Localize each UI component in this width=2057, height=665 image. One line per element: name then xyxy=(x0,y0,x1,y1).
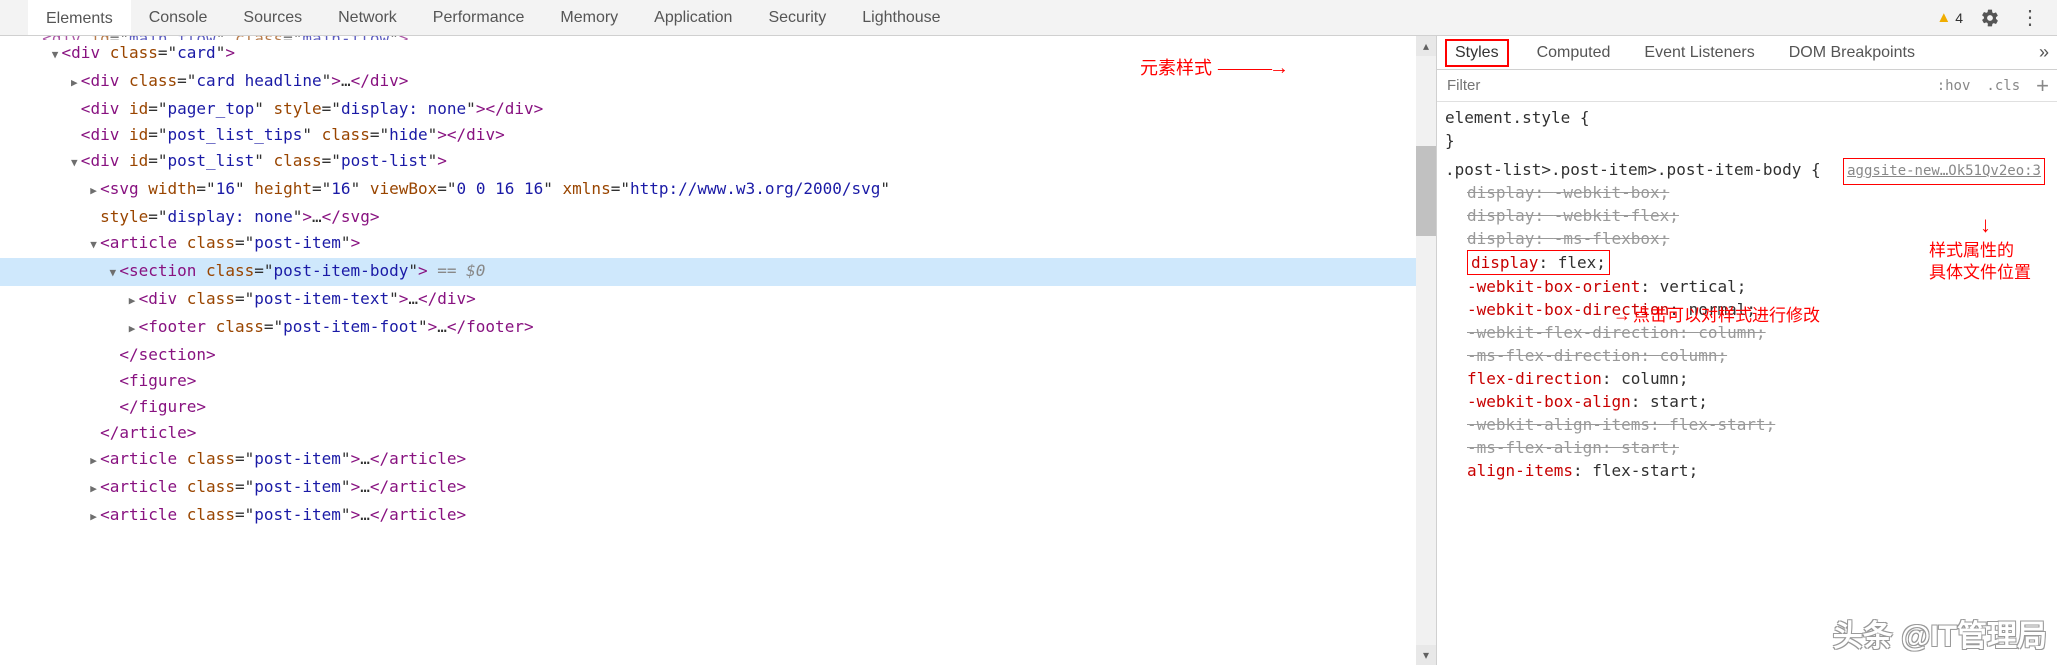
toolbar-tab-application[interactable]: Application xyxy=(636,0,750,35)
scroll-up-icon[interactable]: ▴ xyxy=(1416,36,1436,56)
annotation-click-edit: 点击可以对样式进行修改 xyxy=(1613,304,1820,327)
css-declaration[interactable]: align-items: flex-start; xyxy=(1467,459,2049,482)
toggle-icon[interactable]: ▶ xyxy=(126,316,139,342)
hov-toggle[interactable]: :hov xyxy=(1929,78,1979,94)
toggle-icon[interactable]: ▼ xyxy=(68,150,81,176)
warning-icon: ▲ xyxy=(1936,9,1951,26)
toolbar-tab-console[interactable]: Console xyxy=(131,0,226,35)
dom-line[interactable]: <figure> xyxy=(0,368,1416,394)
gear-icon[interactable] xyxy=(1977,5,2003,31)
dom-line[interactable]: ▶<article class="post-item">…</article> xyxy=(0,446,1416,474)
scroll-down-icon[interactable]: ▾ xyxy=(1416,645,1436,665)
styles-tab-styles[interactable]: Styles xyxy=(1445,39,1509,67)
dom-line[interactable]: ▶<svg width="16" height="16" viewBox="0 … xyxy=(0,176,1416,204)
dom-line[interactable]: <div id="pager_top" style="display: none… xyxy=(0,96,1416,122)
toolbar-tab-performance[interactable]: Performance xyxy=(415,0,543,35)
styles-tab-dom-breakpoints[interactable]: DOM Breakpoints xyxy=(1783,36,1921,69)
toolbar-tab-memory[interactable]: Memory xyxy=(542,0,636,35)
scroll-thumb[interactable] xyxy=(1416,146,1436,236)
toggle-icon[interactable]: ▶ xyxy=(87,476,100,502)
rule-close: } xyxy=(1445,129,2049,152)
toggle-icon[interactable]: ▶ xyxy=(87,504,100,530)
toolbar-tab-sources[interactable]: Sources xyxy=(225,0,320,35)
css-declaration[interactable]: -ms-flex-direction: column; xyxy=(1467,344,2049,367)
kebab-icon[interactable]: ⋮ xyxy=(2017,5,2043,31)
annotation-element-style: 元素样式———→ xyxy=(1140,54,1286,80)
css-declaration[interactable]: flex-direction: column; xyxy=(1467,367,2049,390)
warning-count: 4 xyxy=(1955,10,1963,26)
dom-scrollbar[interactable]: ▴ ▾ xyxy=(1416,36,1436,665)
css-declaration[interactable]: display: -webkit-flex; xyxy=(1467,204,2049,227)
dom-line[interactable]: ▶<article class="post-item">…</article> xyxy=(0,502,1416,530)
styles-panel: Styles Computed Event Listeners DOM Breakpo… xyxy=(1437,36,2057,665)
css-declaration[interactable]: -ms-flex-align: start; xyxy=(1467,436,2049,459)
dom-line[interactable]: </article> xyxy=(0,420,1416,446)
toggle-icon[interactable]: ▶ xyxy=(87,178,100,204)
toggle-icon[interactable]: ▼ xyxy=(87,232,100,258)
dom-line[interactable]: </section> xyxy=(0,342,1416,368)
toolbar-tabs: ElementsConsoleSourcesNetworkPerformance… xyxy=(0,0,959,35)
styles-tabs: Styles Computed Event Listeners DOM Breakpo… xyxy=(1437,36,2057,70)
toolbar-tab-security[interactable]: Security xyxy=(750,0,844,35)
dom-line[interactable]: ▶<footer class="post-item-foot">…</foote… xyxy=(0,314,1416,342)
selector-text: element.style { xyxy=(1445,106,2049,129)
dom-tree[interactable]: <div id="main_flow" class="main-flow"> ▼… xyxy=(0,36,1416,665)
toggle-icon[interactable]: ▶ xyxy=(126,288,139,314)
dom-line[interactable]: ▼<article class="post-item"> xyxy=(0,230,1416,258)
dom-line[interactable]: <div id="main_flow" class="main-flow"> xyxy=(0,36,1416,40)
dom-line[interactable]: ▼<div id="post_list" class="post-list"> xyxy=(0,148,1416,176)
annotation-file-location: 样式属性的具体文件位置 xyxy=(1929,240,2031,284)
toolbar-tab-lighthouse[interactable]: Lighthouse xyxy=(844,0,958,35)
styles-content[interactable]: element.style { } aggsite-new…Ok51Qv2eo:… xyxy=(1437,102,2057,665)
css-declaration[interactable]: -webkit-align-items: flex-start; xyxy=(1467,413,2049,436)
dom-line[interactable]: style="display: none">…</svg> xyxy=(0,204,1416,230)
watermark: 头条 @IT管理局 xyxy=(1833,611,2047,655)
more-tabs-icon[interactable]: » xyxy=(2039,42,2049,63)
warning-badge[interactable]: ▲ 4 xyxy=(1936,9,1963,26)
styles-tab-computed[interactable]: Computed xyxy=(1531,36,1617,69)
toggle-icon[interactable]: ▼ xyxy=(49,42,62,68)
devtools-toolbar: ElementsConsoleSourcesNetworkPerformance… xyxy=(0,0,2057,36)
dom-line[interactable]: ▼<section class="post-item-body"> == $0 xyxy=(0,258,1416,286)
css-declaration[interactable]: display: flex; xyxy=(1467,250,1610,275)
dom-line[interactable]: ▶<div class="post-item-text">…</div> xyxy=(0,286,1416,314)
dom-line[interactable]: ▶<article class="post-item">…</article> xyxy=(0,474,1416,502)
new-style-rule-icon[interactable]: + xyxy=(2028,73,2057,99)
styles-filter-input[interactable] xyxy=(1437,77,1929,94)
element-style-rule[interactable]: element.style { } xyxy=(1445,106,2049,152)
toggle-icon[interactable]: ▶ xyxy=(87,448,100,474)
styles-filter-row: :hov .cls + xyxy=(1437,70,2057,102)
css-declaration[interactable]: -webkit-box-align: start; xyxy=(1467,390,2049,413)
source-link[interactable]: aggsite-new…Ok51Qv2eo:3 xyxy=(1843,158,2045,185)
dom-line[interactable]: </figure> xyxy=(0,394,1416,420)
cls-toggle[interactable]: .cls xyxy=(1978,78,2028,94)
css-rule[interactable]: aggsite-new…Ok51Qv2eo:3 .post-list>.post… xyxy=(1445,158,2049,482)
dom-line[interactable]: <div id="post_list_tips" class="hide"></… xyxy=(0,122,1416,148)
toggle-icon[interactable]: ▶ xyxy=(68,70,81,96)
dom-panel: <div id="main_flow" class="main-flow"> ▼… xyxy=(0,36,1437,665)
toggle-icon[interactable]: ▼ xyxy=(106,260,119,286)
toolbar-tab-elements[interactable]: Elements xyxy=(28,0,131,35)
toolbar-tab-network[interactable]: Network xyxy=(320,0,415,35)
styles-tab-event-listeners[interactable]: Event Listeners xyxy=(1638,36,1760,69)
